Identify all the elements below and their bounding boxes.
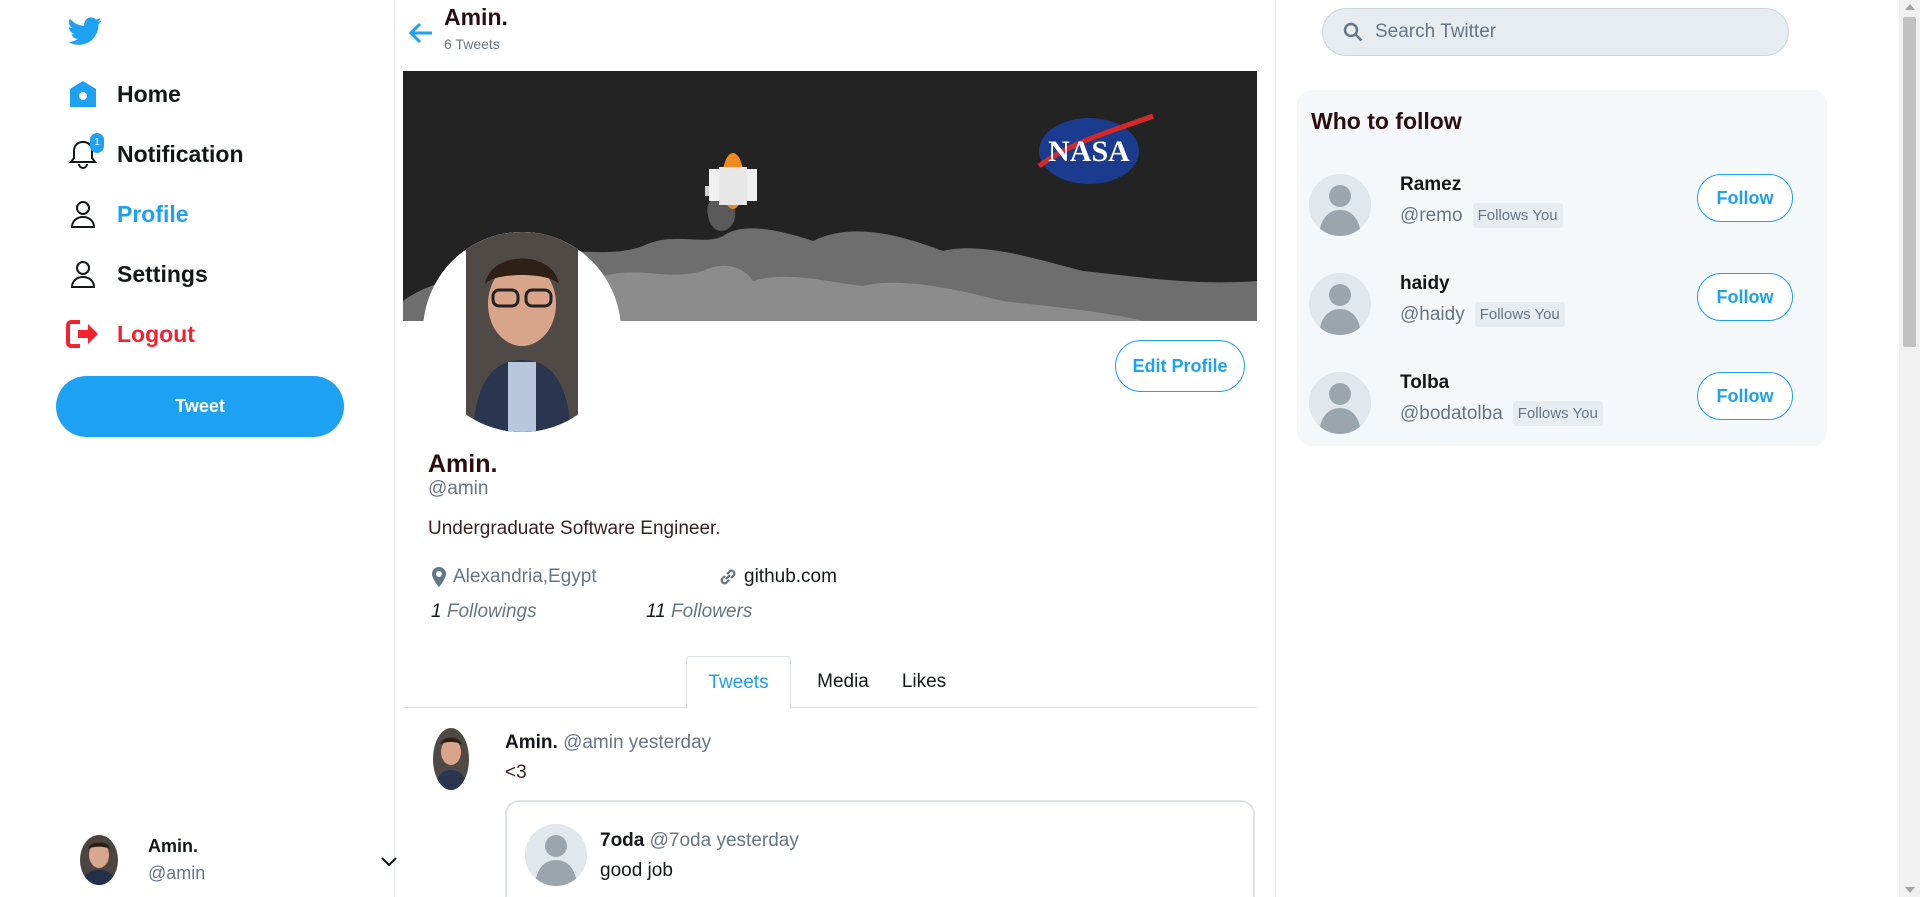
nav-notification[interactable]: 1 Notification <box>66 133 244 174</box>
search-bar[interactable] <box>1322 8 1789 56</box>
nav-profile-label: Profile <box>117 200 189 227</box>
tweet-meta: @amin yesterday <box>563 732 712 753</box>
link-icon <box>720 569 736 585</box>
suggested-user-name: Ramez <box>1400 174 1462 195</box>
suggested-user-handle: @haidy <box>1400 303 1465 325</box>
profile-column: Amin. 6 Tweets NASA Edit Profile Amin. @… <box>396 0 1276 897</box>
suggested-user[interactable]: Ramez @remo Follows You Follow <box>1297 174 1827 254</box>
follow-button[interactable]: Follow <box>1697 273 1793 321</box>
tab-tweets[interactable]: Tweets <box>686 656 791 709</box>
follow-button[interactable]: Follow <box>1697 174 1793 222</box>
followings-count: 1 <box>431 601 442 622</box>
user-icon <box>66 197 100 231</box>
followers-label: Followers <box>671 601 753 622</box>
quote-header: 7oda @7oda yesterday <box>600 830 799 852</box>
scroll-up-arrow-icon[interactable] <box>1905 4 1915 10</box>
suggested-user-meta: @bodatolba Follows You <box>1400 401 1603 426</box>
right-sidebar: Who to follow Ramez @remo Follows You Fo… <box>1277 0 1897 897</box>
account-name: Amin. <box>148 836 199 856</box>
quote-text: good job <box>600 860 673 881</box>
nav-logout-label: Logout <box>117 320 195 347</box>
suggested-user-name: Tolba <box>1400 372 1450 393</box>
follows-you-badge: Follows You <box>1512 401 1603 426</box>
who-to-follow-title: Who to follow <box>1311 108 1462 134</box>
default-avatar-icon <box>1309 372 1371 434</box>
profile-avatar[interactable] <box>423 232 621 432</box>
nav-notification-label: Notification <box>117 140 244 167</box>
nav-home[interactable]: Home <box>66 74 181 114</box>
nasa-logo-text: NASA <box>1048 135 1130 168</box>
suggested-user[interactable]: Tolba @bodatolba Follows You Follow <box>1297 372 1827 452</box>
followers-stat[interactable]: 11 Followers <box>646 601 752 623</box>
scroll-thumb[interactable] <box>1903 17 1916 347</box>
followings-label: Followings <box>446 601 537 622</box>
tweet-count: 6 Tweets <box>444 36 500 52</box>
suggested-user-meta: @remo Follows You <box>1400 203 1563 228</box>
suggested-user-name: haidy <box>1400 273 1450 294</box>
page-scrollbar[interactable] <box>1899 0 1920 897</box>
tab-likes[interactable]: Likes <box>889 656 959 708</box>
quoted-tweet[interactable]: 7oda @7oda yesterday good job <box>505 800 1255 897</box>
profile-header: Amin. 6 Tweets <box>396 0 1276 60</box>
who-to-follow-panel: Who to follow Ramez @remo Follows You Fo… <box>1297 90 1827 446</box>
tweet-header: Amin. @amin yesterday <box>505 732 711 754</box>
nav-profile[interactable]: Profile <box>66 194 189 234</box>
quote-meta: @7oda yesterday <box>649 830 799 851</box>
followers-count: 11 <box>646 601 666 622</box>
default-avatar-icon <box>1309 273 1371 335</box>
search-icon <box>1343 22 1363 42</box>
location-text: Alexandria,Egypt <box>453 566 597 587</box>
quote-author-name[interactable]: 7oda <box>600 830 644 851</box>
profile-website[interactable]: github.com <box>718 566 837 588</box>
nav-settings-label: Settings <box>117 260 208 287</box>
follow-button[interactable]: Follow <box>1697 372 1793 420</box>
avatar <box>80 835 118 885</box>
suggested-user[interactable]: haidy @haidy Follows You Follow <box>1297 273 1827 353</box>
tab-media[interactable]: Media <box>803 656 883 708</box>
suggested-user-meta: @haidy Follows You <box>1400 302 1565 327</box>
followings-stat[interactable]: 1 Followings <box>431 601 537 623</box>
profile-name: Amin. <box>428 450 498 478</box>
logout-icon <box>66 317 100 351</box>
nav-settings[interactable]: Settings <box>66 254 208 294</box>
arrow-left-icon[interactable] <box>408 20 434 46</box>
tweet-button[interactable]: Tweet <box>56 376 344 437</box>
home-icon <box>66 77 100 111</box>
nav-logout[interactable]: Logout <box>66 314 195 354</box>
left-sidebar: Home 1 Notification Profile Settings Log… <box>0 0 397 897</box>
nav-home-label: Home <box>117 80 181 107</box>
scroll-down-arrow-icon[interactable] <box>1905 887 1915 893</box>
notification-badge: 1 <box>90 133 104 153</box>
suggested-user-handle: @remo <box>1400 204 1463 226</box>
account-switcher[interactable]: Amin. @amin <box>80 832 400 888</box>
tweet-author-name[interactable]: Amin. <box>505 732 558 753</box>
profile-handle: @amin <box>428 478 489 499</box>
account-handle: @amin <box>148 863 206 883</box>
bell-icon: 1 <box>66 133 104 171</box>
follows-you-badge: Follows You <box>1472 203 1563 228</box>
profile-bio: Undergraduate Software Engineer. <box>428 518 721 539</box>
default-avatar-icon <box>1309 174 1371 236</box>
search-input[interactable] <box>1375 21 1755 43</box>
profile-location: Alexandria,Egypt <box>431 566 597 588</box>
page-title: Amin. <box>444 4 508 30</box>
default-avatar-icon <box>525 824 587 886</box>
edit-profile-button[interactable]: Edit Profile <box>1115 340 1245 392</box>
avatar[interactable] <box>433 728 469 790</box>
suggested-user-handle: @bodatolba <box>1400 402 1503 424</box>
twitter-bird-icon[interactable] <box>66 14 104 48</box>
website-link[interactable]: github.com <box>744 566 837 588</box>
user-icon <box>66 257 100 291</box>
map-pin-icon <box>432 567 446 587</box>
tweet-text: <3 <box>505 762 527 783</box>
follows-you-badge: Follows You <box>1474 302 1565 327</box>
profile-tabs: Tweets Media Likes <box>403 656 1257 709</box>
